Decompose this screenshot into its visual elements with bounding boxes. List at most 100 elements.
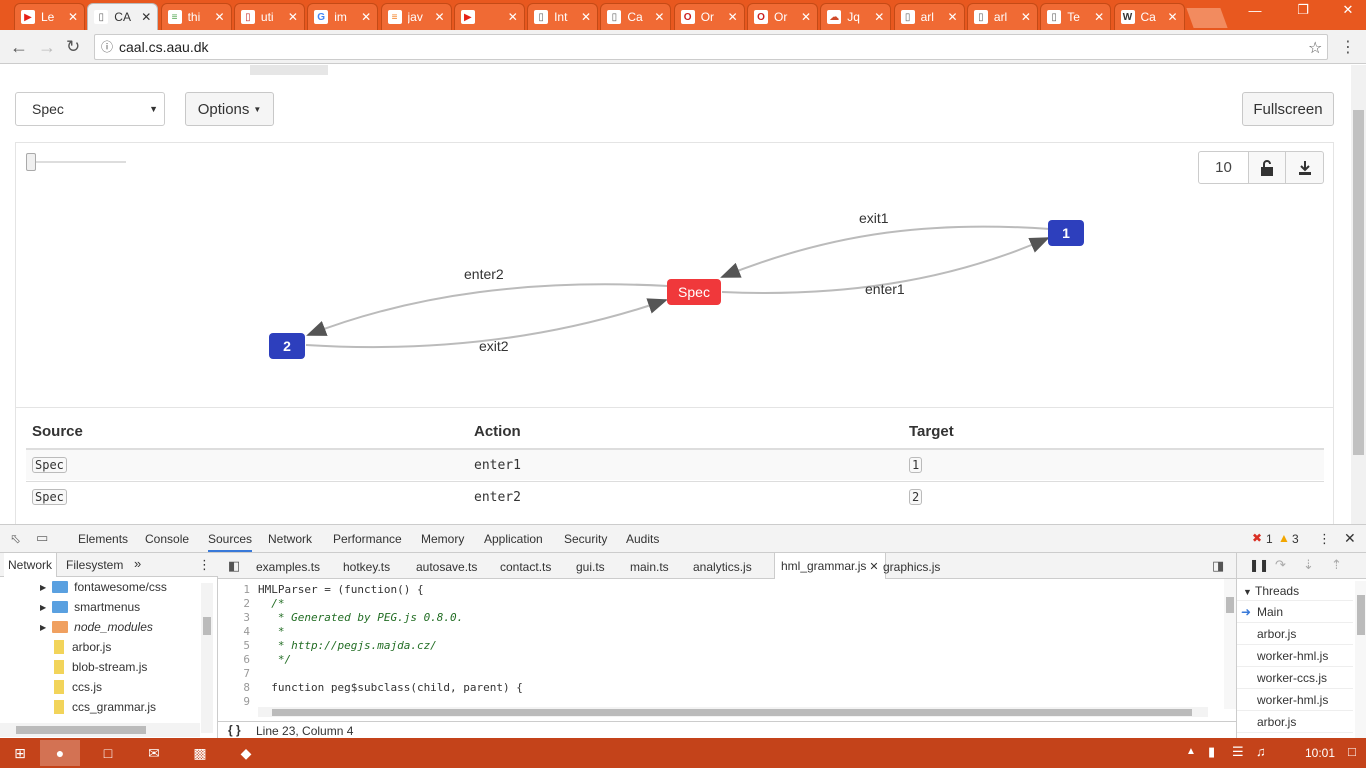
network-icon[interactable]: ☰ [1232, 744, 1244, 760]
close-file-tab-icon[interactable]: ✕ [866, 561, 878, 573]
line-number[interactable]: 8 [236, 681, 250, 694]
browser-tab[interactable]: ▯ uti ✕ [233, 3, 305, 30]
code-scrollbar[interactable] [1224, 579, 1236, 709]
browser-tab[interactable]: ▶ Le ✕ [14, 3, 85, 30]
browser-tab[interactable]: Gim ✕ [307, 3, 379, 30]
close-tab-icon[interactable]: ✕ [141, 10, 151, 24]
page-scrollbar-thumb[interactable] [1353, 110, 1364, 455]
tab-audits[interactable]: Audits [626, 532, 659, 546]
maximize-button[interactable]: ❐ [1288, 0, 1318, 20]
volume-icon[interactable]: ♫ [1256, 744, 1266, 759]
file-tab[interactable]: examples.ts [256, 560, 320, 574]
notification-icon[interactable]: □ [1348, 744, 1356, 759]
threads-scrollbar-thumb[interactable] [1357, 595, 1365, 635]
mail-icon[interactable]: ✉ [134, 740, 174, 766]
file-tab[interactable]: hotkey.ts [343, 560, 390, 574]
close-tab-icon[interactable]: ✕ [801, 10, 811, 24]
code-area[interactable]: 1 HMLParser = (function() {2 /* 3 * Genera… [218, 579, 1236, 721]
browser-tab[interactable]: W Ca ✕ [1113, 3, 1185, 30]
close-tab-icon[interactable]: ✕ [948, 10, 958, 24]
threads-header[interactable]: ▼ Threads [1237, 581, 1353, 601]
menu-icon[interactable]: ⋮ [1340, 37, 1356, 57]
browser-tab[interactable]: ▯ arl ✕ [966, 3, 1038, 30]
code-line[interactable]: function peg$subclass(child, parent) { [258, 681, 523, 694]
close-tab-icon[interactable]: ✕ [1167, 10, 1177, 24]
terminal-icon[interactable]: ▩ [180, 740, 220, 766]
sublime-text-icon[interactable]: ◆ [226, 740, 266, 766]
line-number[interactable]: 2 [236, 597, 250, 610]
file-tree-item[interactable]: blob-stream.js [54, 657, 147, 677]
browser-tab[interactable]: ≡ thi ✕ [160, 3, 232, 30]
thread-item[interactable]: worker-hml.js [1237, 689, 1353, 711]
file-tree-item[interactable]: ▶ fontawesome/css [40, 577, 167, 597]
thread-item[interactable]: worker-hml.js [1237, 645, 1353, 667]
file-tab[interactable]: main.ts [630, 560, 669, 574]
step-over-icon[interactable]: ↷ [1275, 557, 1286, 573]
close-tab-icon[interactable]: ✕ [361, 10, 371, 24]
options-button[interactable]: Options ▼ [185, 92, 274, 126]
navigator-tab-filesystem[interactable]: Filesystem [66, 558, 123, 572]
expand-arrow-icon[interactable]: ▶ [40, 603, 46, 612]
close-tab-icon[interactable]: ✕ [68, 10, 78, 24]
tab-network[interactable]: Network [268, 532, 312, 546]
tree-scrollbar[interactable] [201, 583, 213, 733]
devtools-close-icon[interactable]: ✕ [1344, 530, 1356, 547]
depth-input[interactable]: 10 [1198, 151, 1249, 184]
code-line[interactable]: HMLParser = (function() { [258, 583, 424, 596]
tab-elements[interactable]: Elements [78, 532, 128, 546]
url-input[interactable]: ⓘ caal.cs.aau.dk [94, 34, 1328, 60]
warning-icon[interactable]: ▲ [1278, 531, 1290, 545]
tab-security[interactable]: Security [564, 532, 607, 546]
tree-scrollbar-thumb[interactable] [203, 617, 211, 635]
line-number[interactable]: 9 [236, 695, 250, 708]
browser-tab[interactable]: ≡ jav ✕ [380, 3, 452, 30]
close-tab-icon[interactable]: ✕ [434, 10, 444, 24]
code-line[interactable]: /* [258, 597, 284, 610]
close-tab-icon[interactable]: ✕ [654, 10, 664, 24]
line-number[interactable]: 4 [236, 625, 250, 638]
chrome-taskbar-icon[interactable]: ● [40, 740, 80, 766]
close-tab-icon[interactable]: ✕ [728, 10, 738, 24]
inspect-icon[interactable]: ⬁ [10, 531, 21, 547]
download-button[interactable] [1285, 151, 1324, 184]
browser-tab[interactable]: ☁ Jq ✕ [820, 3, 892, 30]
thread-item[interactable]: worker-ccs.js [1237, 667, 1353, 689]
tab-console[interactable]: Console [145, 532, 189, 546]
navigator-menu-icon[interactable]: ⋮ [198, 557, 211, 573]
code-horizontal-scrollbar-thumb[interactable] [272, 709, 1192, 716]
line-number[interactable]: 3 [236, 611, 250, 624]
close-window-button[interactable]: ✕ [1333, 0, 1363, 20]
tab-memory[interactable]: Memory [421, 532, 464, 546]
tree-hscrollbar[interactable] [0, 723, 200, 737]
code-line[interactable]: * Generated by PEG.js 0.8.0. [258, 611, 463, 624]
file-tree-item[interactable]: ccs_grammar.js [54, 697, 156, 717]
file-tab[interactable]: contact.ts [500, 560, 551, 574]
file-tab[interactable]: hml_grammar.js ✕ [774, 553, 886, 579]
code-line[interactable]: */ [258, 653, 291, 666]
browser-tab[interactable]: O Or ✕ [747, 3, 818, 30]
close-tab-icon[interactable]: ✕ [581, 10, 591, 24]
step-out-icon[interactable]: ⇡ [1331, 557, 1342, 573]
file-tree-item[interactable]: ccs.js [54, 677, 102, 697]
threads-scrollbar[interactable] [1355, 581, 1366, 739]
file-tree-item[interactable]: ▶ node_modules [40, 617, 153, 637]
pretty-print-icon[interactable]: { } [228, 723, 241, 737]
file-explorer-icon[interactable]: □ [88, 740, 128, 766]
close-tab-icon[interactable]: ✕ [508, 10, 518, 24]
error-icon[interactable]: ✖ [1252, 531, 1262, 545]
line-number[interactable]: 7 [236, 667, 250, 680]
expand-arrow-icon[interactable]: ▶ [40, 583, 46, 592]
tab-application[interactable]: Application [484, 532, 543, 546]
clock[interactable]: 10:01 [1305, 746, 1335, 760]
browser-tab[interactable]: O Or ✕ [673, 3, 745, 30]
close-tab-icon[interactable]: ✕ [1021, 10, 1031, 24]
browser-tab[interactable]: ▶ ✕ [453, 3, 525, 30]
browser-tab[interactable]: ▯ Te ✕ [1040, 3, 1112, 30]
page-scrollbar[interactable] [1351, 65, 1366, 524]
thread-item[interactable]: arbor.js [1237, 711, 1353, 733]
windows-start-icon[interactable]: ⊞ [0, 740, 40, 766]
forward-icon[interactable]: → [38, 37, 56, 58]
battery-icon[interactable]: ▮ [1208, 744, 1215, 760]
file-tab[interactable]: graphics.js [883, 560, 940, 574]
browser-tab[interactable]: ▯ Int ✕ [527, 3, 599, 30]
